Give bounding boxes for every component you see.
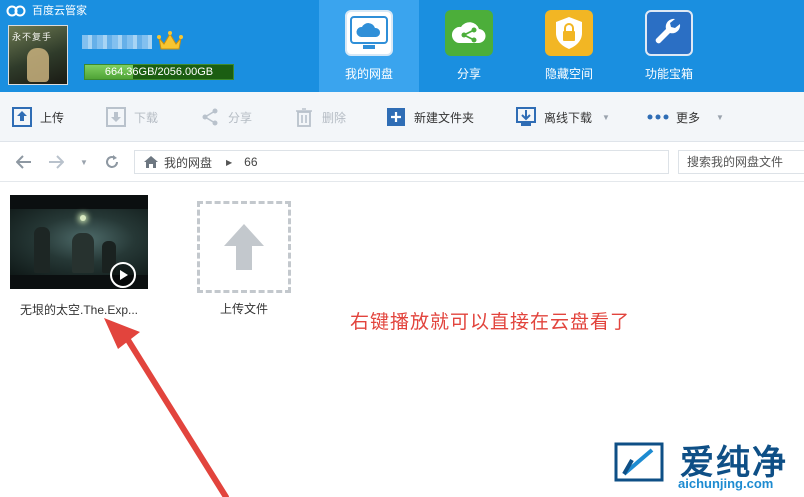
delete-button[interactable]: 删除 bbox=[294, 106, 346, 128]
offline-download-label: 离线下载 bbox=[544, 110, 593, 125]
breadcrumb-root[interactable]: 我的网盘 bbox=[164, 154, 212, 171]
scene-figure bbox=[72, 233, 94, 273]
refresh-icon[interactable] bbox=[102, 152, 122, 172]
vip-crown-icon bbox=[157, 31, 183, 50]
breadcrumb-separator-icon: ▶ bbox=[226, 157, 233, 167]
app-title-bar: 百度云管家 bbox=[6, 2, 87, 18]
cloud-icon bbox=[345, 10, 393, 56]
download-icon bbox=[106, 107, 126, 127]
more-button[interactable]: 更多 ▼ bbox=[646, 106, 724, 128]
play-icon[interactable] bbox=[110, 262, 136, 288]
baidu-cloud-logo-icon bbox=[6, 5, 26, 17]
address-bar: ▼ 我的网盘 ▶ 66 搜索我的网盘文件 bbox=[0, 142, 804, 182]
wrench-icon bbox=[645, 10, 693, 56]
share-label: 分享 bbox=[228, 110, 253, 125]
toolbar: 上传 下载 分享 删除 新建文件夹 离线下载 ▼ 更多 ▼ bbox=[0, 92, 804, 142]
nav-label: 我的网盘 bbox=[344, 67, 393, 81]
back-arrow-icon[interactable] bbox=[14, 152, 34, 172]
watermark-url: aichunjing.com bbox=[678, 476, 774, 491]
share-button[interactable]: 分享 bbox=[200, 106, 252, 128]
delete-label: 删除 bbox=[322, 110, 347, 125]
new-folder-icon bbox=[386, 107, 406, 127]
scene-figure bbox=[34, 227, 50, 273]
chevron-down-icon: ▼ bbox=[602, 112, 610, 122]
offline-download-icon bbox=[516, 107, 536, 127]
nav-label: 分享 bbox=[456, 67, 481, 81]
download-label: 下载 bbox=[134, 110, 159, 125]
nav-label: 功能宝箱 bbox=[644, 67, 693, 81]
scene-light bbox=[80, 215, 86, 221]
offline-download-button[interactable]: 离线下载 ▼ bbox=[516, 106, 610, 128]
file-name[interactable]: 上传文件 bbox=[197, 300, 291, 317]
chevron-down-icon: ▼ bbox=[716, 112, 724, 122]
app-header: 百度云管家 永不复手 664.36GB/2056.00GB 我的网盘 分享 隐藏… bbox=[0, 0, 804, 92]
nav-hidden-space[interactable]: 隐藏空间 bbox=[519, 0, 619, 92]
breadcrumb-current[interactable]: 66 bbox=[244, 155, 257, 169]
new-folder-label: 新建文件夹 bbox=[414, 110, 475, 125]
upload-arrow-icon bbox=[224, 224, 264, 270]
file-name[interactable]: 无垠的太空.The.Exp... bbox=[10, 301, 148, 318]
home-icon[interactable] bbox=[143, 155, 159, 169]
trash-icon bbox=[294, 107, 314, 127]
share-small-icon bbox=[200, 107, 220, 127]
app-title: 百度云管家 bbox=[32, 5, 87, 17]
nav-share[interactable]: 分享 bbox=[419, 0, 519, 92]
more-label: 更多 bbox=[676, 110, 701, 125]
download-button[interactable]: 下载 bbox=[106, 106, 158, 128]
upload-button[interactable]: 上传 bbox=[12, 106, 64, 128]
forward-arrow-icon[interactable] bbox=[46, 152, 66, 172]
more-dots-icon bbox=[646, 107, 670, 127]
upload-label: 上传 bbox=[40, 110, 65, 125]
breadcrumb: 我的网盘 ▶ 66 bbox=[134, 150, 669, 174]
avatar-image bbox=[27, 48, 49, 82]
share-icon bbox=[445, 10, 493, 56]
new-folder-button[interactable]: 新建文件夹 bbox=[386, 106, 474, 128]
video-thumbnail[interactable] bbox=[10, 195, 148, 289]
username-blurred bbox=[82, 35, 152, 49]
annotation-text: 右键播放就可以直接在云盘看了 bbox=[350, 311, 631, 333]
storage-quota-bar: 664.36GB/2056.00GB bbox=[84, 64, 234, 80]
nav-toolbox[interactable]: 功能宝箱 bbox=[619, 0, 719, 92]
lock-icon bbox=[545, 10, 593, 56]
history-dropdown-icon[interactable]: ▼ bbox=[74, 152, 94, 172]
nav-label: 隐藏空间 bbox=[544, 67, 593, 81]
upload-icon bbox=[12, 107, 32, 127]
upload-placeholder[interactable] bbox=[197, 201, 291, 293]
avatar-text: 永不复手 bbox=[12, 33, 53, 43]
nav-my-disk[interactable]: 我的网盘 bbox=[319, 0, 419, 92]
watermark-logo-icon bbox=[614, 442, 664, 482]
avatar[interactable]: 永不复手 bbox=[8, 25, 68, 85]
quota-text: 664.36GB/2056.00GB bbox=[104, 66, 214, 78]
search-input[interactable]: 搜索我的网盘文件 bbox=[678, 150, 804, 174]
